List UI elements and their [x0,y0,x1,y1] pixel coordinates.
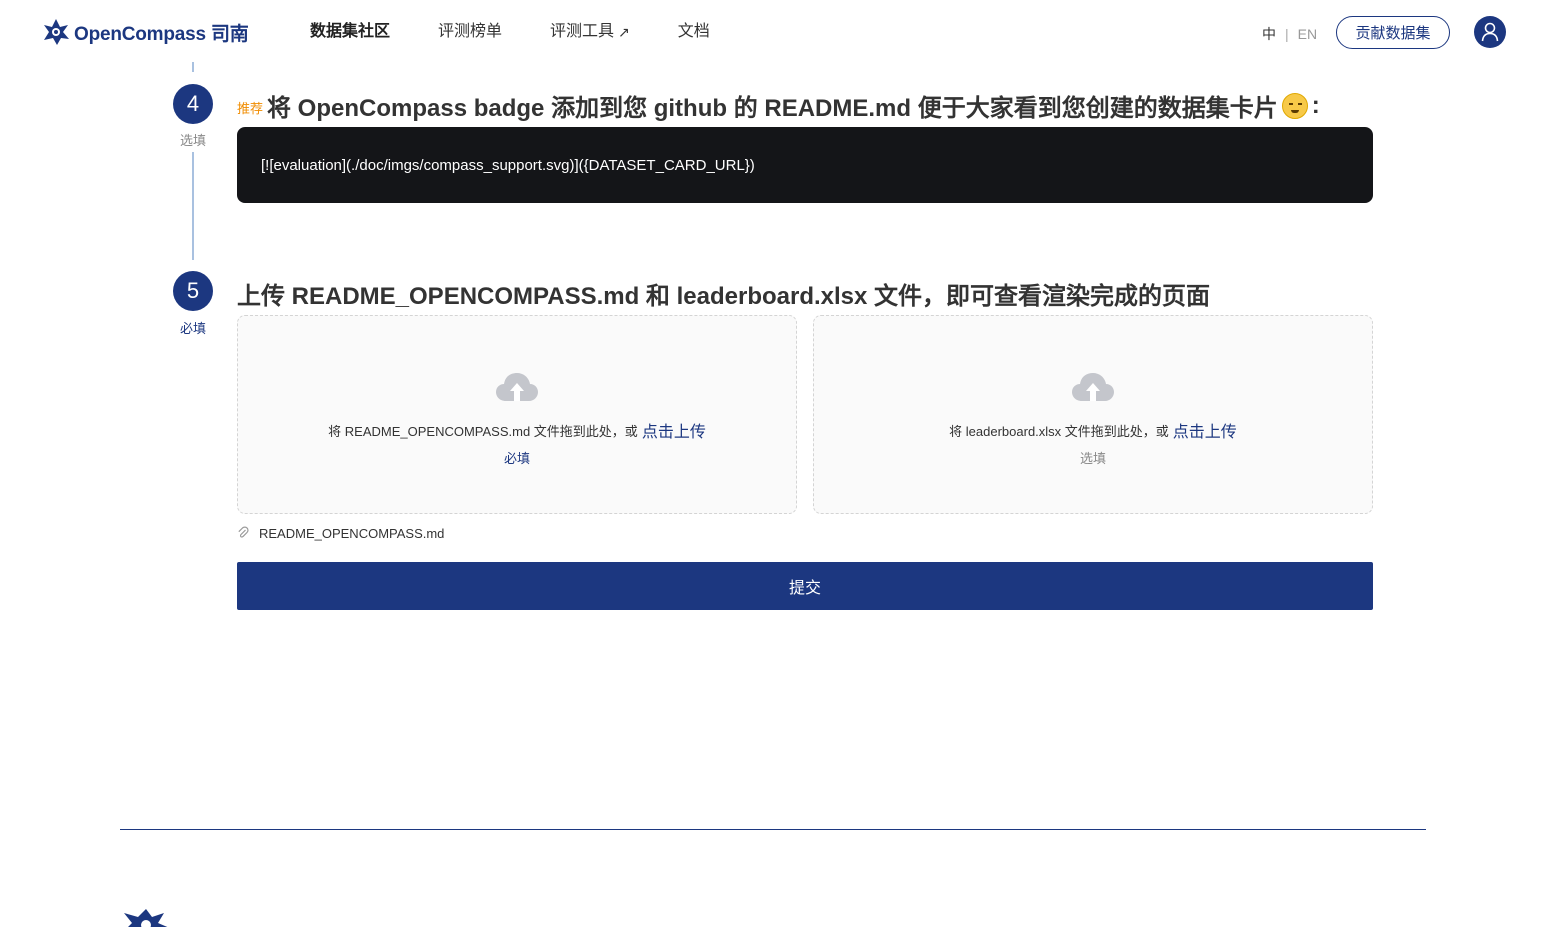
user-icon [1481,22,1499,42]
dropzone-instruction: 将 README_OPENCOMPASS.md 文件拖到此处，或 点击上传 [328,418,706,442]
nav-item-leaderboard[interactable]: 评测榜单 [438,20,502,44]
paperclip-icon [238,526,249,538]
step-connector-top [192,62,194,72]
dropzone-text: 将 README_OPENCOMPASS.md 文件拖到此处，或 [328,423,638,439]
step-5-tag: 必填 [179,321,206,336]
attached-file-name: README_OPENCOMPASS.md [259,525,445,541]
recommend-badge: 推荐 [237,101,264,116]
footer-divider [120,829,1426,830]
footer-logo [118,907,174,927]
lang-en[interactable]: EN [1298,26,1317,42]
step-4-tag: 选填 [179,133,206,148]
dropzone-text: 将 leaderboard.xlsx 文件拖到此处，或 [949,423,1169,439]
lang-zh[interactable]: 中 [1262,24,1276,44]
nav-label: 数据集社区 [310,23,391,40]
nav-label: 评测工具 [550,23,615,40]
smiling-face-emoji-icon [1281,92,1308,119]
top-header: OpenCompass 司南 数据集社区 评测榜单 评测工具 ↗ 文档 中 | … [0,0,1546,64]
external-link-icon: ↗ [618,24,630,40]
step-4-title-text: 将 OpenCompass badge 添加到您 github 的 README… [267,95,1278,122]
user-avatar[interactable] [1474,16,1506,48]
opencompass-logo-icon [44,19,69,45]
step-5-indicator: 5 [173,271,213,311]
brand-logo[interactable]: OpenCompass 司南 [42,16,249,48]
step-connector-4-5 [192,152,194,260]
cloud-upload-icon [1072,373,1114,401]
main-nav: 数据集社区 评测榜单 评测工具 ↗ 文档 [310,20,758,44]
readme-upload-dropzone[interactable]: 将 README_OPENCOMPASS.md 文件拖到此处，或 点击上传 必填 [237,315,797,514]
step-5-title: 上传 README_OPENCOMPASS.md 和 leaderboard.x… [237,276,1210,311]
step-4-indicator: 4 [173,84,213,124]
step-4-title: 推荐 将 OpenCompass badge 添加到您 github 的 REA… [237,88,1320,123]
contribute-dataset-button[interactable]: 贡献数据集 [1336,16,1450,49]
nav-label: 评测榜单 [438,23,503,40]
click-upload-link[interactable]: 点击上传 [1173,418,1237,442]
step-4-title-suffix: : [1311,91,1320,119]
nav-item-eval-tools[interactable]: 评测工具 ↗ [550,20,630,44]
badge-code-text: [![evaluation](./doc/imgs/compass_suppor… [261,156,755,174]
lang-separator: | [1285,26,1289,42]
badge-code-block[interactable]: [![evaluation](./doc/imgs/compass_suppor… [237,127,1373,203]
opencompass-logo-icon [124,909,168,927]
nav-item-dataset-community[interactable]: 数据集社区 [310,20,390,44]
logo-text: OpenCompass 司南 [74,23,249,45]
language-switcher: 中 | EN [1262,24,1317,44]
click-upload-link[interactable]: 点击上传 [642,418,706,442]
submit-button[interactable]: 提交 [237,562,1373,610]
dropzone-instruction: 将 leaderboard.xlsx 文件拖到此处，或 点击上传 [949,418,1237,442]
step-5-title-text: 上传 README_OPENCOMPASS.md 和 leaderboard.x… [237,283,1211,310]
leaderboard-upload-dropzone[interactable]: 将 leaderboard.xlsx 文件拖到此处，或 点击上传 选填 [813,315,1373,514]
nav-item-docs[interactable]: 文档 [678,20,710,44]
attached-file-item[interactable]: README_OPENCOMPASS.md [237,524,444,542]
dropzone-requirement: 必填 [503,451,530,466]
cloud-upload-icon [496,373,538,401]
dropzone-requirement: 选填 [1079,451,1106,466]
nav-label: 文档 [677,23,710,40]
